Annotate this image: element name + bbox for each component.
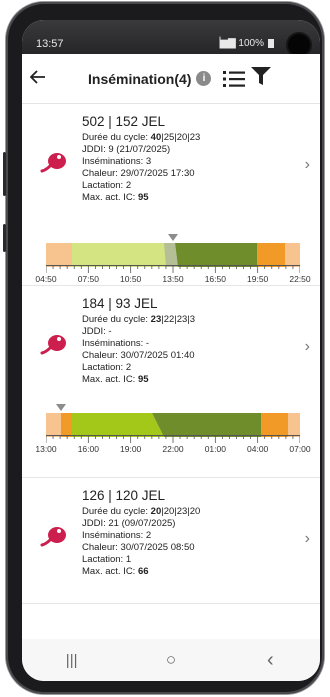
tick-label: 13:00 xyxy=(35,444,57,454)
camera-hole xyxy=(288,34,310,56)
timeline-marker xyxy=(56,404,67,411)
maxact-value: 95 xyxy=(137,374,149,385)
maxact-label: Max. act. IC: xyxy=(82,374,138,385)
cycle-label: Durée du cycle: xyxy=(82,506,151,517)
timeline-bar xyxy=(46,243,300,267)
cycle-current: 20 xyxy=(150,506,162,517)
cycle-line: Durée du cycle: 40|25|20|23 xyxy=(82,132,200,144)
tick-label: 07:50 xyxy=(77,274,99,284)
volume-button xyxy=(3,152,6,196)
list-icon[interactable] xyxy=(223,70,246,88)
lactation-line: Lactation: 1 xyxy=(82,554,132,565)
inseminations-line: Inséminations: 3 xyxy=(82,156,152,167)
recents-button[interactable]: ||| xyxy=(52,652,92,669)
lactation-line: Lactation: 2 xyxy=(82,362,132,373)
tick-label: 07:00 xyxy=(289,444,311,454)
item-info: 126 | 120 JEL Durée du cycle: 20|20|23|2… xyxy=(82,488,200,578)
cycle-current: 40 xyxy=(150,132,162,143)
item-name: 184 | 93 JEL xyxy=(82,296,158,311)
inseminations-line: Inséminations: - xyxy=(82,338,150,349)
maxact-value: 66 xyxy=(137,566,149,577)
maxact-label: Max. act. IC: xyxy=(82,566,138,577)
screen: 13:57 ▕▆▇ 100% Insémination(4) i 502 | 1… xyxy=(22,20,320,681)
tick-label: 19:00 xyxy=(120,444,142,454)
cow-head-icon xyxy=(40,335,66,355)
cycle-line: Durée du cycle: 23|22|23|3 xyxy=(82,314,195,326)
status-bar: 13:57 ▕▆▇ 100% xyxy=(22,20,320,56)
item-info: 184 | 93 JEL Durée du cycle: 23|22|23|3 … xyxy=(82,296,195,386)
timeline-bar xyxy=(46,413,300,437)
timeline-marker xyxy=(168,234,178,241)
cycle-line: Durée du cycle: 20|20|23|20 xyxy=(82,506,200,518)
heat-timeline: 13:00 16:00 19:00 22:00 01:00 04:00 07:00 xyxy=(35,404,311,464)
chaleur-line: Chaleur: 30/07/2025 08:50 xyxy=(82,542,195,553)
maxact-line: Max. act. IC: 66 xyxy=(82,566,200,578)
back-button[interactable]: ‹ xyxy=(250,649,290,672)
page-title: Insémination(4) xyxy=(88,70,192,87)
list-item[interactable]: 502 | 152 JEL Durée du cycle: 40|25|20|2… xyxy=(22,104,320,286)
tick-label: 01:00 xyxy=(204,444,226,454)
cycle-history: |22|23|3 xyxy=(161,314,196,325)
jddi-line: JDDI: 21 (09/07/2025) xyxy=(82,518,176,529)
battery-status: ▕▆▇ 100% xyxy=(212,38,264,49)
jddi-line: JDDI: 9 (21/07/2025) xyxy=(82,144,171,155)
status-time: 13:57 xyxy=(36,38,64,50)
timeline-axis xyxy=(46,265,300,273)
phone-frame: 13:57 ▕▆▇ 100% Insémination(4) i 502 | 1… xyxy=(3,2,324,694)
battery-icon xyxy=(268,39,274,48)
item-name: 502 | 152 JEL xyxy=(82,114,166,129)
maxact-value: 95 xyxy=(137,192,149,203)
tick-label: 10:50 xyxy=(120,274,142,284)
maxact-line: Max. act. IC: 95 xyxy=(82,192,200,204)
home-button[interactable]: ○ xyxy=(151,650,191,670)
chevron-right-icon[interactable]: › xyxy=(305,338,310,356)
bixby-button xyxy=(3,224,6,252)
chevron-right-icon[interactable]: › xyxy=(305,156,310,174)
tick-label: 22:00 xyxy=(162,444,184,454)
info-icon[interactable]: i xyxy=(196,71,212,86)
cow-head-icon xyxy=(40,153,66,173)
heat-timeline: 04:50 07:50 10:50 13:50 16:50 19:50 22:50 xyxy=(35,224,311,284)
timeline-axis xyxy=(46,435,300,443)
system-nav-bar: ||| ○ ‹ xyxy=(22,639,320,681)
cycle-label: Durée du cycle: xyxy=(82,314,151,325)
lactation-line: Lactation: 2 xyxy=(82,180,132,191)
tick-label: 22:50 xyxy=(289,274,311,284)
item-name: 126 | 120 JEL xyxy=(82,488,166,503)
filter-icon[interactable] xyxy=(251,67,272,90)
app-bar: Insémination(4) i xyxy=(22,54,320,104)
maxact-label: Max. act. IC: xyxy=(82,192,138,203)
inseminations-line: Inséminations: 2 xyxy=(82,530,152,541)
cycle-current: 23 xyxy=(150,314,162,325)
chaleur-line: Chaleur: 29/07/2025 17:30 xyxy=(82,168,195,179)
cycle-history: |20|23|20 xyxy=(161,506,201,517)
cycle-history: |25|20|23 xyxy=(161,132,201,143)
list-item[interactable]: 184 | 93 JEL Durée du cycle: 23|22|23|3 … xyxy=(22,286,320,478)
cow-head-icon xyxy=(40,527,66,547)
arrow-left-icon[interactable] xyxy=(29,67,54,90)
chevron-right-icon[interactable]: › xyxy=(305,530,310,548)
jddi-line: JDDI: - xyxy=(82,326,112,337)
tick-label: 04:00 xyxy=(247,444,269,454)
tick-label: 04:50 xyxy=(35,274,57,284)
chaleur-line: Chaleur: 30/07/2025 01:40 xyxy=(82,350,195,361)
tick-label: 16:00 xyxy=(77,444,99,454)
tick-label: 16:50 xyxy=(204,274,226,284)
insemination-list: 502 | 152 JEL Durée du cycle: 40|25|20|2… xyxy=(22,104,320,604)
maxact-line: Max. act. IC: 95 xyxy=(82,374,195,386)
cycle-label: Durée du cycle: xyxy=(82,132,151,143)
list-item[interactable]: 126 | 120 JEL Durée du cycle: 20|20|23|2… xyxy=(22,478,320,604)
item-info: 502 | 152 JEL Durée du cycle: 40|25|20|2… xyxy=(82,114,200,204)
tick-label: 19:50 xyxy=(247,274,269,284)
tick-label: 13:50 xyxy=(162,274,184,284)
